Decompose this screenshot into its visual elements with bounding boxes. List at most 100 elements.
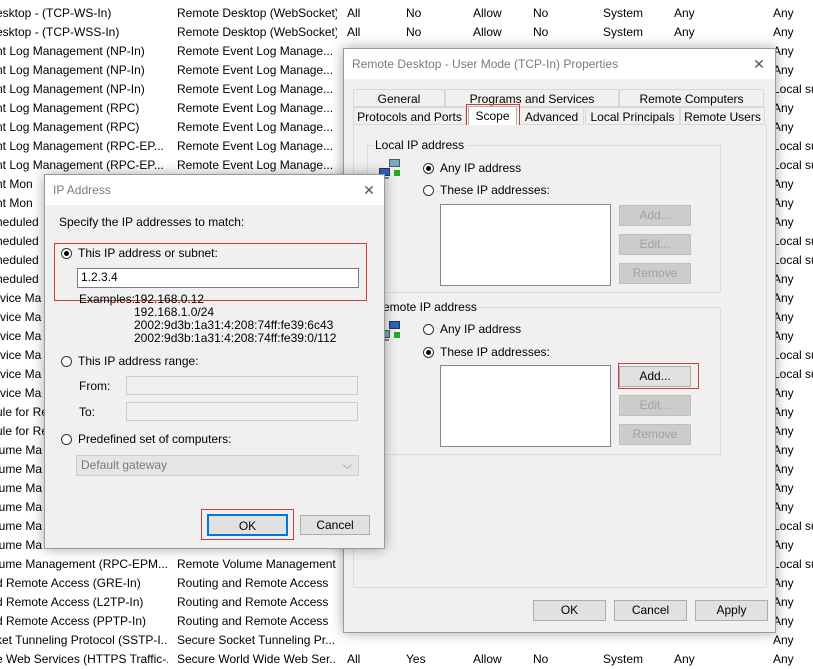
example-1: 192.168.0.12 <box>134 292 205 306</box>
rule-local-address: Any <box>674 25 695 39</box>
rule-group: Remote Event Log Manage... <box>177 139 334 153</box>
rule-enabled: No <box>406 6 422 20</box>
rule-remote-address: Any <box>773 500 794 514</box>
tab-protocols-ports[interactable]: Protocols and Ports <box>353 107 466 125</box>
rule-group: Remote Event Log Manage... <box>177 82 334 96</box>
table-row[interactable]: esktop - (TCP-WSS-In) Remote Desktop (Web… <box>0 23 813 42</box>
tab-general[interactable]: General <box>353 89 445 107</box>
to-label: To: <box>79 405 96 419</box>
rule-remote-address: Any <box>773 576 794 590</box>
rule-enabled: No <box>406 25 422 39</box>
rule-group: Secure Socket Tunneling Pr... <box>177 633 336 647</box>
remote-these-ips-radio[interactable] <box>423 347 434 358</box>
rule-group: Remote Event Log Manage... <box>177 44 334 58</box>
rule-remote-address: Any <box>773 44 794 58</box>
rule-remote-address: Local su <box>773 158 813 172</box>
rule-group: Secure World Wide Web Ser... <box>177 652 337 666</box>
rule-name: ket Tunneling Protocol (SSTP-I... <box>0 633 168 647</box>
rule-profile: All <box>347 652 361 666</box>
rule-remote-address: Any <box>773 614 794 628</box>
rule-name: d Remote Access (PPTP-In) <box>0 614 147 628</box>
local-ip-listbox[interactable] <box>440 204 611 286</box>
rule-remote-address: Any <box>773 443 794 457</box>
ip-cancel-button[interactable]: Cancel <box>300 515 370 535</box>
close-icon[interactable]: ✕ <box>358 179 380 201</box>
range-radio[interactable] <box>61 356 72 367</box>
local-these-ips-label: These IP addresses: <box>440 183 550 197</box>
remote-these-ips-label: These IP addresses: <box>440 345 550 359</box>
remote-ip-group-label: emote IP address <box>381 300 479 314</box>
predefined-select[interactable]: Default gateway ⌵ <box>76 455 359 476</box>
rule-name: nt Log Management (NP-In) <box>0 82 145 96</box>
local-remove-button[interactable]: Remove <box>619 263 691 284</box>
range-to-input[interactable] <box>126 402 358 421</box>
rule-remote-address: Any <box>773 63 794 77</box>
properties-cancel-button[interactable]: Cancel <box>614 600 687 621</box>
rule-remote-address: Any <box>773 633 794 647</box>
rule-remote-address: Any <box>773 101 794 115</box>
properties-apply-button[interactable]: Apply <box>695 600 768 621</box>
rule-remote-address: Any <box>773 215 794 229</box>
rule-remote-address: Any <box>773 120 794 134</box>
properties-ok-button[interactable]: OK <box>533 600 606 621</box>
example-3: 2002:9d3b:1a31:4:208:74ff:fe39:6c43 <box>134 318 334 332</box>
rule-name: nt Log Management (RPC) <box>0 101 140 115</box>
local-ip-group-label: Local IP address <box>373 138 467 152</box>
rule-profile: All <box>347 25 361 39</box>
add-button-highlight <box>618 363 699 389</box>
range-label: This IP address range: <box>78 354 199 368</box>
rule-remote-address: Local su <box>773 348 813 362</box>
rule-remote-address: Any <box>773 481 794 495</box>
rule-program: System <box>603 25 644 39</box>
rule-remote-address: Any <box>773 25 794 39</box>
rule-program: System <box>603 6 644 20</box>
remote-edit-button[interactable]: Edit... <box>619 395 691 416</box>
table-row[interactable]: esktop - (TCP-WS-In) Remote Desktop (WebS… <box>0 4 813 23</box>
rule-remote-address: Local su <box>773 253 813 267</box>
table-row[interactable]: e Web Services (HTTPS Traffic-... Secure … <box>0 650 813 669</box>
rule-override: No <box>533 652 549 666</box>
rule-name: nt Log Management (RPC-EP... <box>0 158 164 172</box>
table-row[interactable]: ket Tunneling Protocol (SSTP-I... Secure … <box>0 631 813 650</box>
rule-group: Remote Event Log Manage... <box>177 158 334 172</box>
rule-remote-address: Any <box>773 329 794 343</box>
tab-advanced[interactable]: Advanced <box>519 107 584 125</box>
tab-local-principals[interactable]: Local Principals <box>585 107 680 125</box>
rule-group: Remote Desktop (WebSocket) <box>177 25 337 39</box>
close-icon[interactable]: ✕ <box>748 53 770 75</box>
predefined-radio[interactable] <box>61 434 72 445</box>
local-these-ips-radio[interactable] <box>423 185 434 196</box>
rule-name: d Remote Access (GRE-In) <box>0 576 141 590</box>
local-any-ip-label: Any IP address <box>440 161 522 175</box>
local-edit-button[interactable]: Edit... <box>619 234 691 255</box>
rule-name: d Remote Access (L2TP-In) <box>0 595 144 609</box>
tab-remote-computers[interactable]: Remote Computers <box>619 89 764 107</box>
rule-remote-address: Local su <box>773 557 813 571</box>
rule-name: e Web Services (HTTPS Traffic-... <box>0 652 168 666</box>
rule-name: nt Log Management (RPC) <box>0 120 140 134</box>
local-any-ip-radio[interactable] <box>423 163 434 174</box>
remote-ip-listbox[interactable] <box>440 365 611 447</box>
rule-remote-address: Any <box>773 177 794 191</box>
rule-remote-address: Any <box>773 291 794 305</box>
local-add-button[interactable]: Add... <box>619 205 691 226</box>
rule-remote-address: Any <box>773 424 794 438</box>
rule-group: Remote Volume Management <box>177 557 336 571</box>
properties-titlebar: Remote Desktop - User Mode (TCP-In) Prop… <box>344 49 775 79</box>
rule-profile: All <box>347 6 361 20</box>
rule-override: No <box>533 25 549 39</box>
range-from-input[interactable] <box>126 376 358 395</box>
rule-local-address: Any <box>674 652 695 666</box>
rule-group: Routing and Remote Access <box>177 576 329 590</box>
remote-remove-button[interactable]: Remove <box>619 424 691 445</box>
ip-instruction: Specify the IP addresses to match: <box>59 215 245 229</box>
rule-remote-address: Any <box>773 310 794 324</box>
rule-remote-address: Local su <box>773 139 813 153</box>
rule-remote-address: Local su <box>773 234 813 248</box>
remote-any-ip-radio[interactable] <box>423 324 434 335</box>
rule-remote-address: Any <box>773 595 794 609</box>
rule-group: Remote Event Log Manage... <box>177 101 334 115</box>
rule-remote-address: Any <box>773 386 794 400</box>
tab-remote-users[interactable]: Remote Users <box>680 107 765 125</box>
rule-remote-address: Any <box>773 538 794 552</box>
